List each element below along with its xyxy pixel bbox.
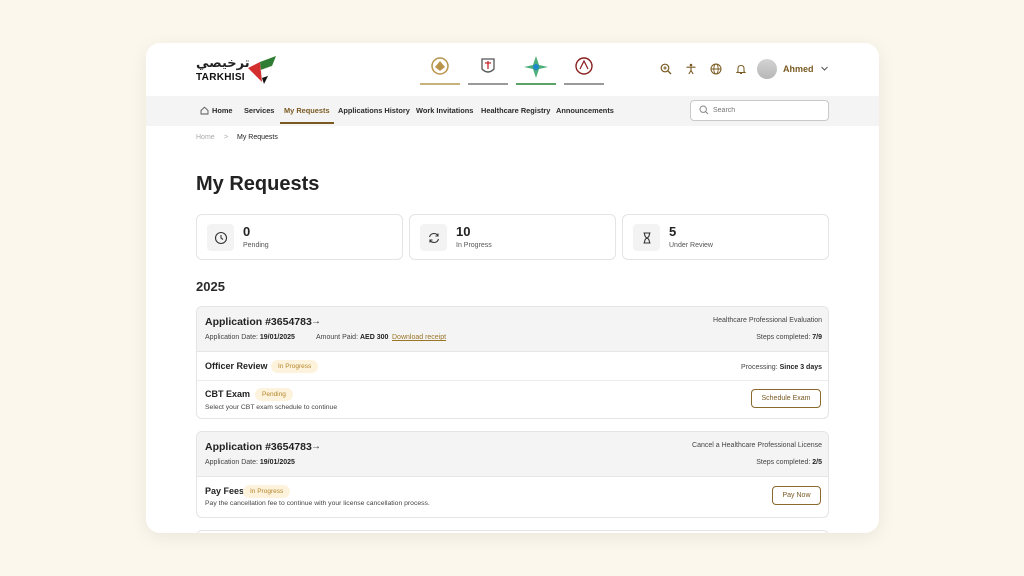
department-of-health-emblem-icon — [468, 55, 508, 85]
logo-english-text: TARKHISI — [196, 72, 245, 83]
application-title[interactable]: Application #3654783 — [205, 441, 312, 453]
download-receipt-link[interactable]: Download receipt — [392, 334, 446, 341]
stat-card-pending[interactable]: 0 Pending — [196, 214, 403, 260]
refresh-icon — [420, 224, 447, 251]
nav-item-work-invitations[interactable]: Work Invitations — [416, 96, 473, 126]
tarkhisi-logo[interactable]: ترخيصي TARKHISI — [196, 56, 286, 86]
app-window: ترخيصي TARKHISI Ahmed Home Services My R… — [146, 43, 879, 533]
hourglass-icon — [633, 224, 660, 251]
arrow-right-icon[interactable]: → — [311, 316, 321, 327]
nav-item-services[interactable]: Services — [244, 96, 274, 126]
logo-arabic-text: ترخيصي — [196, 56, 250, 71]
status-badge: In Progress — [271, 360, 319, 373]
uae-flag-mark-icon — [248, 56, 276, 84]
top-header: ترخيصي TARKHISI Ahmed — [146, 43, 879, 96]
arrow-right-icon[interactable]: → — [311, 441, 321, 452]
application-title[interactable]: Application #3654783 — [205, 316, 312, 328]
health-authority-star-icon — [516, 55, 556, 85]
stat-value: 10 — [456, 224, 471, 239]
stat-value: 0 — [243, 224, 251, 239]
steps-completed: Steps completed: 7/9 — [756, 334, 822, 341]
year-heading: 2025 — [196, 279, 225, 294]
user-name: Ahmed — [783, 64, 814, 74]
pay-now-button[interactable]: Pay Now — [772, 486, 821, 505]
stage-row-pay-fees: Pay Fees In Progress Pay the cancellatio… — [197, 477, 828, 517]
processing-time: Processing: Since 3 days — [741, 364, 822, 371]
language-globe-icon[interactable] — [708, 61, 724, 77]
stat-card-in-progress[interactable]: 10 In Progress — [409, 214, 616, 260]
service-name: Cancel a Healthcare Professional License — [692, 442, 822, 449]
search-box[interactable] — [690, 100, 829, 121]
nav-item-healthcare-registry[interactable]: Healthcare Registry — [481, 96, 550, 126]
breadcrumb-home[interactable]: Home — [196, 134, 215, 141]
stage-row-officer-review: Officer Review In Progress Processing: S… — [197, 352, 828, 380]
application-header: Application #3654783 → Cancel a Healthca… — [197, 432, 828, 477]
partner-emblem-icon — [420, 55, 460, 85]
stat-label: In Progress — [456, 242, 492, 249]
search-input[interactable] — [713, 103, 823, 118]
breadcrumb-current: My Requests — [237, 134, 278, 141]
avatar[interactable] — [757, 59, 777, 79]
user-menu[interactable]: Ahmed — [757, 59, 829, 79]
application-date: Application Date: 19/01/2025 — [205, 459, 295, 466]
amount-paid: Amount Paid: AED 300 — [316, 334, 389, 341]
nav-item-applications-history[interactable]: Applications History — [338, 96, 410, 126]
status-badge: In Progress — [243, 485, 291, 498]
partner-logos — [420, 55, 604, 87]
stat-card-under-review[interactable]: 5 Under Review — [622, 214, 829, 260]
regulatory-seal-icon — [564, 55, 604, 85]
notification-bell-icon[interactable] — [733, 61, 749, 77]
accessibility-icon[interactable] — [683, 61, 699, 77]
header-tools — [658, 61, 749, 77]
steps-completed: Steps completed: 2/5 — [756, 459, 822, 466]
stage-title: Pay Fees — [205, 486, 245, 496]
nav-item-home[interactable]: Home — [212, 96, 233, 126]
service-name: Healthcare Professional Evaluation — [713, 317, 822, 324]
page-title: My Requests — [196, 173, 320, 195]
stage-description: Select your CBT exam schedule to continu… — [205, 404, 338, 411]
stage-title: CBT Exam — [205, 389, 251, 399]
nav-item-announcements[interactable]: Announcements — [556, 96, 614, 126]
nav-item-my-requests[interactable]: My Requests — [280, 96, 334, 126]
stat-value: 5 — [669, 224, 677, 239]
application-card-partial — [196, 530, 829, 533]
clock-icon — [207, 224, 234, 251]
chevron-down-icon[interactable] — [820, 60, 829, 78]
application-card: Application #3654783 → Healthcare Profes… — [196, 306, 829, 419]
schedule-exam-button[interactable]: Schedule Exam — [751, 389, 821, 408]
stat-label: Pending — [243, 242, 269, 249]
application-header: Application #3654783 → Healthcare Profes… — [197, 307, 828, 352]
search-icon — [699, 105, 709, 115]
zoom-icon[interactable] — [658, 61, 674, 77]
stage-description: Pay the cancellation fee to continue wit… — [205, 500, 430, 507]
status-badge: Pending — [255, 388, 293, 401]
home-icon[interactable] — [200, 106, 209, 115]
application-card: Application #3654783 → Cancel a Healthca… — [196, 431, 829, 518]
breadcrumb-separator: > — [224, 134, 229, 141]
stage-row-cbt-exam: CBT Exam Pending Select your CBT exam sc… — [197, 380, 828, 418]
stage-title: Officer Review — [205, 361, 268, 371]
application-date: Application Date: 19/01/2025 — [205, 334, 295, 341]
stat-label: Under Review — [669, 242, 713, 249]
